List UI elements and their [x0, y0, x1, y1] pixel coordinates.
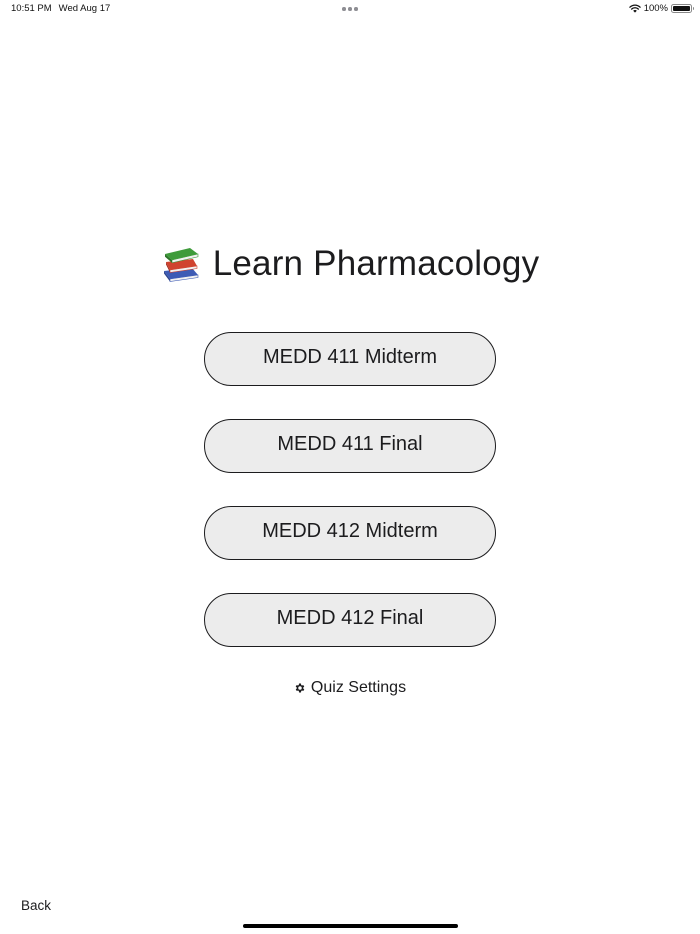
title-row: Learn Pharmacology	[0, 244, 700, 284]
home-indicator[interactable]	[243, 924, 458, 928]
gear-icon	[294, 682, 306, 694]
back-button[interactable]: Back	[21, 898, 51, 913]
battery-icon	[671, 4, 694, 13]
quiz-button-medd-412-midterm[interactable]: MEDD 412 Midterm	[204, 506, 496, 560]
status-date: Wed Aug 17	[58, 3, 111, 14]
status-indicators: 100%	[628, 3, 694, 14]
quiz-button-label: MEDD 412 Midterm	[262, 519, 438, 542]
battery-percent: 100%	[643, 3, 668, 14]
quiz-button-label: MEDD 412 Final	[276, 606, 424, 629]
quiz-settings-button[interactable]: Quiz Settings	[0, 679, 700, 697]
quiz-button-medd-411-midterm[interactable]: MEDD 411 Midterm	[204, 332, 496, 386]
quiz-button-medd-412-final[interactable]: MEDD 412 Final	[204, 593, 496, 647]
books-icon	[161, 244, 201, 284]
status-time-date: 10:51 PM Wed Aug 17	[11, 3, 110, 14]
quiz-button-label: MEDD 411 Midterm	[262, 345, 438, 368]
wifi-icon	[628, 4, 641, 13]
page-title: Learn Pharmacology	[212, 244, 540, 283]
quiz-button-medd-411-final[interactable]: MEDD 411 Final	[204, 419, 496, 473]
quiz-settings-label: Quiz Settings	[310, 679, 407, 696]
status-time: 10:51 PM	[11, 3, 52, 14]
status-bar: 10:51 PM Wed Aug 17 100%	[0, 0, 700, 18]
multitask-dots-icon[interactable]	[342, 7, 358, 11]
quiz-button-label: MEDD 411 Final	[277, 432, 423, 455]
